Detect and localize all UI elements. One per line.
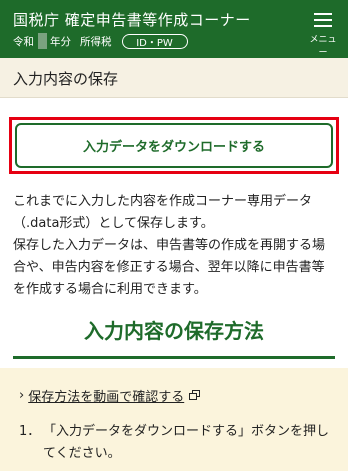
description-paragraph: 保存した入力データは、申告書等の作成を再開する場合や、申告内容を修正する場合、翌… — [13, 238, 326, 297]
id-pw-button[interactable]: ID・PW — [121, 33, 188, 49]
menu-button[interactable]: メニュー — [308, 13, 338, 58]
app-title: 国税庁 確定申告書等作成コーナー — [13, 11, 251, 29]
video-link-label: 保存方法を動画で確認する — [28, 389, 185, 405]
hamburger-icon — [314, 13, 332, 27]
external-window-icon — [189, 390, 201, 400]
chevron-right-icon: › — [19, 387, 25, 403]
step-number: 1． — [19, 424, 41, 439]
menu-label: メニュー — [309, 35, 337, 58]
era-label: 令和 — [13, 35, 34, 48]
app-header: 国税庁 確定申告書等作成コーナー 令和 年分 所得税 ID・PW メニュー — [0, 0, 348, 58]
step-text: 「入力データをダウンロードする」ボタンを押してください。 — [43, 424, 330, 461]
tax-type-label: 所得税 — [80, 35, 112, 48]
section-title-bar: 入力内容の保存 — [0, 58, 348, 98]
step-item: 1． 「入力データをダウンロードする」ボタンを押してください。 — [19, 421, 339, 465]
year-suffix-label: 年分 — [50, 35, 71, 48]
description-paragraph: これまでに入力した内容を作成コーナー専用データ（.data形式）として保存します… — [13, 194, 313, 231]
tax-year-info: 令和 年分 所得税 ID・PW — [13, 33, 188, 49]
video-guide-link[interactable]: › 保存方法を動画で確認する — [19, 385, 201, 405]
page-title: 入力内容の保存 — [13, 70, 119, 88]
howto-heading: 入力内容の保存方法 — [13, 309, 335, 359]
description-text: これまでに入力した内容を作成コーナー専用データ（.data形式）として保存します… — [13, 191, 336, 301]
download-data-button[interactable]: 入力データをダウンロードする — [15, 123, 333, 168]
howto-heading-text: 入力内容の保存方法 — [84, 319, 264, 343]
year-value-box — [38, 33, 47, 49]
